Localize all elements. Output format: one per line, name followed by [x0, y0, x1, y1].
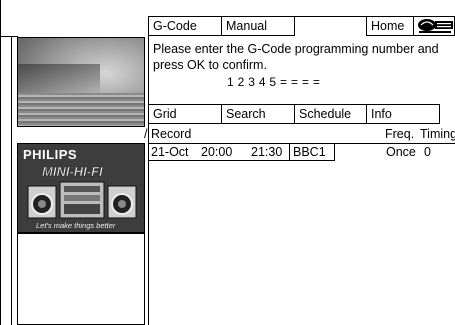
g-code-entry-field[interactable]: 1 2 3 4 5 = = = = [227, 75, 320, 89]
advert-product: MINI-HI-FI [42, 164, 103, 180]
tab-info[interactable]: Info [366, 104, 440, 124]
tab-manual[interactable]: Manual [221, 16, 295, 36]
tab-home[interactable]: Home [366, 16, 414, 36]
record-timing: 0 [424, 145, 431, 159]
tab-schedule[interactable]: Schedule [294, 104, 367, 124]
freq-column-header: Freq. [385, 127, 415, 141]
empty-panel [17, 233, 145, 325]
record-date: 21-Oct [151, 145, 189, 159]
record-channel: BBC1 [293, 145, 326, 159]
message-line-1: Please enter the G-Code programming numb… [153, 42, 439, 56]
timing-column-header: Timing [420, 127, 455, 141]
tab-search[interactable]: Search [221, 104, 295, 124]
tab-grid[interactable]: Grid [148, 104, 222, 124]
tv-preview [17, 37, 145, 127]
guide-plus-logo [413, 16, 455, 36]
left-border-inner [11, 36, 12, 325]
advert-panel[interactable]: PHILIPS MINI-HI-FI Let's make things bet… [17, 143, 145, 233]
record-start-time: 20:00 [201, 145, 233, 159]
record-row[interactable]: 21-Oct 20:00 21:30 BBC1 Once 0 [148, 143, 455, 161]
record-title: Record [151, 127, 192, 141]
advert-brand: PHILIPS [23, 147, 78, 162]
record-frequency: Once [386, 145, 416, 159]
guide-plus-logo-icon [418, 19, 453, 33]
tv-preview-water [18, 92, 144, 126]
tab-g-code[interactable]: G-Code [148, 16, 222, 36]
stereo-icon [27, 181, 137, 219]
message-line-2: press OK to confirm. [153, 58, 267, 72]
record-end-time: 21:30 [251, 145, 283, 159]
advert-tagline: Let's make things better [36, 221, 116, 230]
record-prefix: / [144, 127, 148, 141]
top-divider [0, 36, 18, 37]
column-divider [148, 16, 149, 325]
left-border-outer [0, 0, 1, 325]
